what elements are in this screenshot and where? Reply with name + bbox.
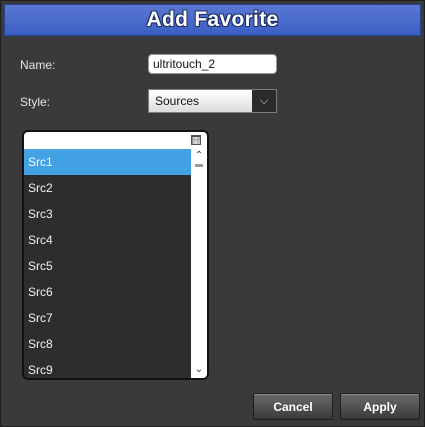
list-item[interactable]: Src8 <box>24 331 191 357</box>
list-body: Src1 Src2 Src3 Src4 Src5 Src6 Src7 Src8 Src9 <box>24 149 191 378</box>
list-item[interactable]: Src6 <box>24 279 191 305</box>
chevron-down-icon[interactable]: ⌄ <box>191 364 207 376</box>
list-item[interactable]: Src3 <box>24 201 191 227</box>
source-list: ▦ Src1 Src2 Src3 Src4 Src5 Src6 Src7 Src8 Src9 ⌃… <box>22 130 209 380</box>
style-label: Style: <box>20 95 51 109</box>
cancel-button[interactable]: Cancel <box>253 393 333 420</box>
column-picker-icon[interactable]: ▦ <box>191 135 201 145</box>
dialog-title: Add Favorite <box>146 8 279 31</box>
scroll-thumb[interactable] <box>195 164 203 167</box>
list-item[interactable]: Src7 <box>24 305 191 331</box>
chevron-up-icon[interactable]: ⌃ <box>191 150 207 162</box>
style-select[interactable]: Sources ⌵ <box>148 89 277 113</box>
style-select-value: Sources <box>149 90 252 112</box>
title-bar: Add Favorite <box>4 4 421 36</box>
list-item[interactable]: Src9 <box>24 357 191 378</box>
apply-button[interactable]: Apply <box>340 393 420 420</box>
chevron-down-icon[interactable]: ⌵ <box>252 90 276 112</box>
scrollbar[interactable]: ⌃ ⌄ <box>191 149 207 378</box>
list-item[interactable]: Src5 <box>24 253 191 279</box>
name-label: Name: <box>20 58 56 72</box>
name-input[interactable] <box>148 54 277 74</box>
list-header: ▦ <box>24 132 207 149</box>
list-item[interactable]: Src4 <box>24 227 191 253</box>
add-favorite-dialog: Add Favorite Name: Style: Sources ⌵ ▦ Sr… <box>0 0 425 427</box>
list-item[interactable]: Src2 <box>24 175 191 201</box>
list-item[interactable]: Src1 <box>24 149 191 175</box>
